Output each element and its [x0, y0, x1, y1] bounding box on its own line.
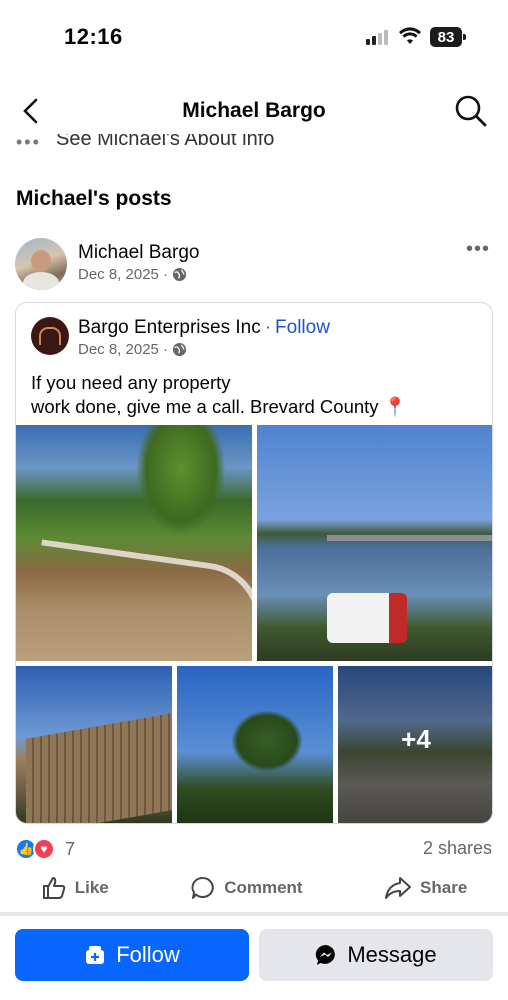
post-text-line-2: work done, give me a call. Brevard Count… [31, 395, 471, 419]
photo-5-more[interactable]: +4 [338, 666, 492, 823]
divider [0, 912, 508, 916]
photo-3[interactable] [16, 666, 172, 823]
dots-icon: ••• [16, 134, 41, 152]
message-button[interactable]: Message [259, 929, 493, 981]
love-reaction-icon: ♥ [33, 838, 55, 860]
post-text-line-2-text: work done, give me a call. Brevard Count… [31, 396, 379, 417]
org-name[interactable]: Bargo Enterprises Inc [78, 317, 261, 339]
message-label: Message [347, 942, 437, 967]
shared-date-text: Dec 8, 2025 · [78, 341, 169, 358]
nav-bar: Michael Bargo [0, 84, 508, 136]
shares-count[interactable]: 2 shares [423, 838, 492, 859]
share-button[interactable]: Share [384, 875, 467, 901]
avatar[interactable] [15, 238, 67, 290]
post-text: If you need any property work done, give… [31, 371, 471, 419]
status-bar: 12:16 83 [0, 0, 508, 72]
shared-post-card[interactable]: Bargo Enterprises Inc · Follow Dec 8, 20… [15, 302, 493, 824]
about-info-link[interactable]: ••• See Michael's About info [16, 134, 416, 154]
reactions-summary[interactable]: 👍 ♥ 7 [15, 838, 75, 860]
org-logo[interactable] [31, 317, 69, 355]
globe-icon [173, 342, 187, 357]
pin-icon: 📍 [383, 396, 407, 417]
thumbs-up-icon [42, 877, 65, 899]
photo-1[interactable] [16, 425, 252, 661]
more-photos-count: +4 [401, 724, 431, 754]
separator: · [264, 317, 272, 338]
more-options-icon[interactable]: ••• [466, 238, 490, 261]
reactions-count: 7 [65, 838, 76, 859]
shared-date: Dec 8, 2025 · [78, 341, 187, 358]
comment-button[interactable]: Comment [190, 875, 303, 901]
follow-label: Follow [116, 942, 180, 967]
share-icon [385, 877, 412, 899]
follow-icon [86, 946, 105, 964]
battery-indicator: 83 [430, 27, 466, 47]
post-date: Dec 8, 2025 · [78, 266, 187, 283]
post-actions: Like Comment Share [0, 868, 508, 908]
messenger-icon [316, 944, 336, 965]
post-author[interactable]: Michael Bargo [78, 242, 199, 264]
photo-4[interactable] [177, 666, 333, 823]
page-title: Michael Bargo [182, 99, 326, 122]
comment-label: Comment [224, 878, 303, 897]
photo-2[interactable] [257, 425, 492, 661]
org-line: Bargo Enterprises Inc · Follow [78, 317, 330, 339]
post-text-line-1: If you need any property [31, 372, 231, 393]
comment-icon [191, 877, 214, 899]
section-title: Michael's posts [16, 187, 172, 210]
like-label: Like [74, 878, 109, 897]
follow-button[interactable]: Follow [15, 929, 249, 981]
about-info-label: See Michael's About info [56, 134, 275, 150]
like-button[interactable]: Like [41, 875, 109, 901]
post-date-text: Dec 8, 2025 · [78, 266, 169, 283]
share-label: Share [420, 878, 468, 897]
signal-icon [366, 30, 388, 45]
follow-link[interactable]: Follow [275, 317, 330, 339]
search-icon[interactable] [454, 94, 488, 128]
globe-icon [173, 267, 187, 282]
clock: 12:16 [64, 24, 123, 49]
wifi-icon [399, 27, 421, 44]
